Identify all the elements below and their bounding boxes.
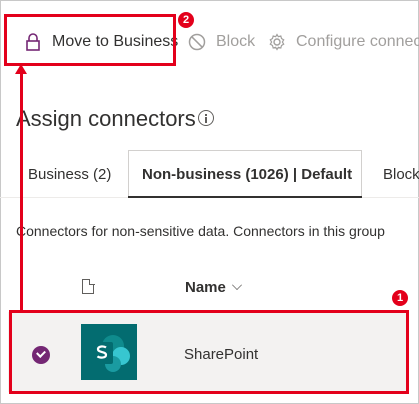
document-icon: [82, 278, 95, 294]
configure-connector-label: Configure connect: [296, 33, 419, 50]
block-icon: [186, 31, 208, 53]
tab-blocked[interactable]: Block: [383, 166, 419, 183]
gear-icon: [266, 31, 288, 53]
annotation-badge-2: 2: [178, 12, 194, 28]
tab-business[interactable]: Business (2): [28, 166, 111, 183]
column-header-name[interactable]: Name: [185, 279, 226, 296]
configure-connector-button[interactable]: Configure connect: [266, 30, 419, 54]
tab-non-business[interactable]: Non-business (1026) | Default: [142, 166, 352, 183]
annotation-badge-1: 1: [392, 290, 408, 306]
tab-description: Connectors for non-sensitive data. Conne…: [16, 223, 385, 239]
annotation-arrow-head: [15, 64, 27, 74]
annotation-arrow-line: [20, 70, 23, 313]
block-label: Block: [216, 33, 256, 50]
block-button[interactable]: Block: [186, 30, 255, 54]
annotation-box-sharepoint-row: [9, 310, 409, 394]
page-title: Assign connectors: [16, 106, 196, 131]
tab-active-indicator: [128, 196, 362, 198]
info-icon[interactable]: [198, 110, 214, 126]
annotation-box-move-to-business: [4, 14, 176, 66]
